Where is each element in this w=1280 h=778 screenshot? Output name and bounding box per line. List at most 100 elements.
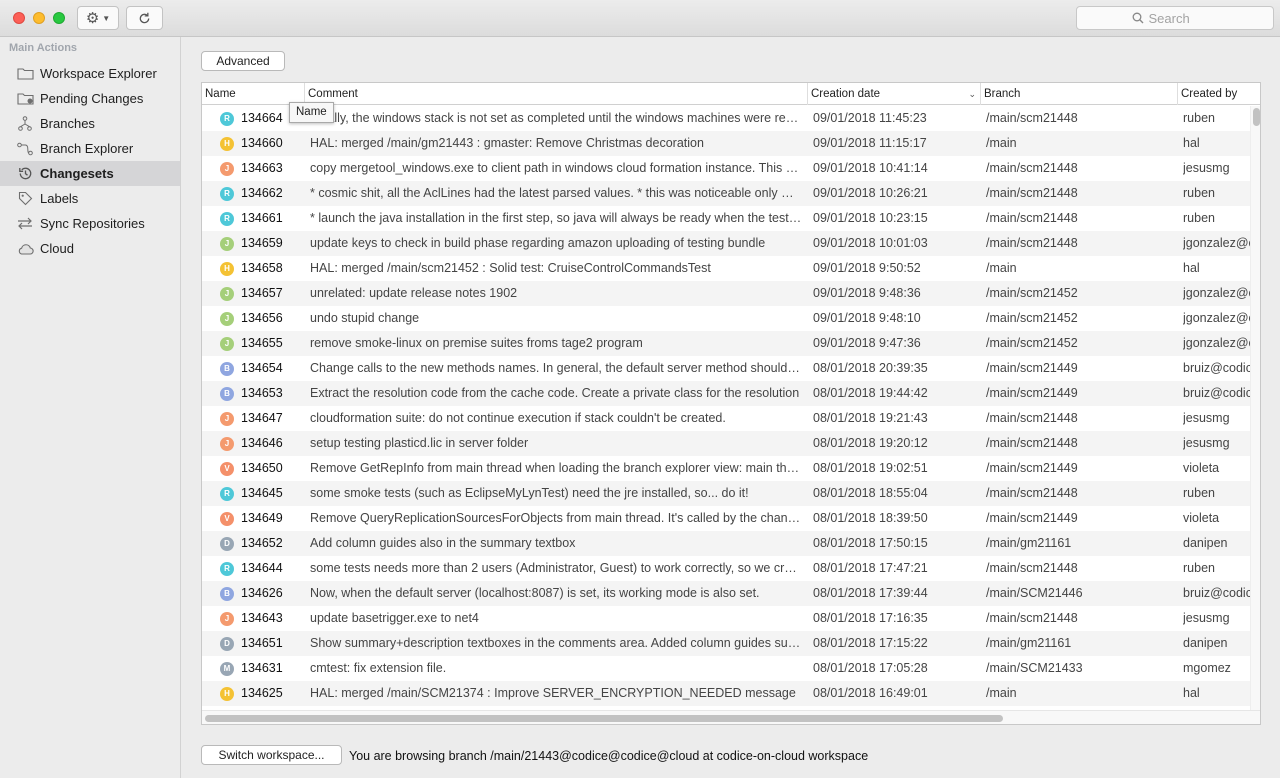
cell-name: J 134657 bbox=[220, 281, 304, 306]
sidebar-item-label: Labels bbox=[40, 191, 79, 206]
table-row[interactable]: J 134647 cloudformation suite: do not cont… bbox=[202, 406, 1250, 431]
minimize-window-button[interactable] bbox=[33, 12, 45, 24]
cell-creation-date: 09/01/2018 10:26:21 bbox=[813, 186, 928, 200]
cell-comment: HAL: merged /main/SCM21374 : Improve SER… bbox=[310, 686, 796, 700]
vertical-scroll-thumb[interactable] bbox=[1253, 108, 1260, 126]
cell-comment: remove smoke-linux on premise suites fro… bbox=[310, 336, 643, 350]
cell-comment: cmtest: fix extension file. bbox=[310, 661, 447, 675]
table-row[interactable]: R 134662 * cosmic shit, all the AclLines h… bbox=[202, 181, 1250, 206]
changeset-id: 134655 bbox=[241, 336, 283, 350]
table-row[interactable]: J 134656 undo stupid change 09/01/2018 9:48… bbox=[202, 306, 1260, 331]
switch-workspace-button[interactable]: Switch workspace... bbox=[201, 745, 342, 765]
vertical-scrollbar[interactable] bbox=[1250, 106, 1260, 710]
avatar: R bbox=[220, 111, 234, 126]
cell-name: J 134643 bbox=[220, 606, 304, 631]
table-row[interactable]: J 134657 unrelated: update release notes 1… bbox=[202, 281, 1260, 306]
folder-icon bbox=[15, 66, 35, 82]
table-row[interactable]: J 134655 remove smoke-linux on premise sui… bbox=[202, 331, 1260, 356]
column-header-created-by[interactable]: Created by bbox=[1178, 83, 1260, 105]
table-row[interactable]: J 134659 update keys to check in build pha… bbox=[202, 231, 1260, 256]
table-row[interactable]: R 134664 Finally, the windows stack is not… bbox=[202, 106, 1250, 131]
column-header-creation-date[interactable]: Creation date ⌄ bbox=[808, 83, 981, 105]
cell-name: B 134654 bbox=[220, 356, 304, 381]
cell-name: J 134647 bbox=[220, 406, 304, 431]
cell-creation-date: 08/01/2018 17:15:22 bbox=[813, 636, 928, 650]
table-row[interactable]: R 134645 some smoke tests (such as Eclipse… bbox=[202, 481, 1250, 506]
table-row[interactable]: H 134625 HAL: merged /main/SCM21374 : Impr… bbox=[202, 681, 1250, 706]
table-row[interactable]: B 134653 Extract the resolution code from … bbox=[202, 381, 1259, 406]
table-row[interactable]: J 134643 update basetrigger.exe to net4 08/… bbox=[202, 606, 1250, 631]
refresh-button[interactable] bbox=[126, 6, 163, 30]
table-row[interactable]: D 134651 Show summary+description textboxe… bbox=[202, 631, 1250, 656]
chevron-down-icon: ▼ bbox=[102, 13, 111, 23]
sidebar-item-branch-explorer[interactable]: Branch Explorer bbox=[0, 136, 180, 161]
sidebar-item-pending-changes[interactable]: Pending Changes bbox=[0, 86, 180, 111]
table-row[interactable]: V 134649 Remove QueryReplicationSourcesFor… bbox=[202, 506, 1250, 531]
table-row[interactable]: V 134650 Remove GetRepInfo from main threa… bbox=[202, 456, 1250, 481]
cell-comment: update basetrigger.exe to net4 bbox=[310, 611, 479, 625]
actions-menu-button[interactable]: ⚙ ▼ bbox=[77, 6, 119, 30]
cell-comment: Change calls to the new methods names. I… bbox=[310, 361, 802, 375]
cell-creation-date: 08/01/2018 19:44:42 bbox=[813, 386, 928, 400]
sidebar-item-label: Cloud bbox=[40, 241, 74, 256]
table-row[interactable]: B 134626 Now, when the default server (loc… bbox=[202, 581, 1259, 606]
tag-icon bbox=[15, 191, 35, 207]
avatar: R bbox=[220, 186, 234, 201]
changeset-id: 134650 bbox=[241, 461, 283, 475]
changeset-id: 134663 bbox=[241, 161, 283, 175]
search-field[interactable] bbox=[1076, 6, 1274, 30]
sidebar-item-sync-repositories[interactable]: Sync Repositories bbox=[0, 211, 180, 236]
cell-name: V 134649 bbox=[220, 506, 304, 531]
zoom-window-button[interactable] bbox=[53, 12, 65, 24]
changesets-table: Name Comment Creation date ⌄ Branch Crea… bbox=[201, 82, 1261, 725]
sidebar-item-changesets[interactable]: Changesets bbox=[0, 161, 180, 186]
cell-branch: /main/gm21161 bbox=[986, 536, 1072, 550]
column-header-branch[interactable]: Branch bbox=[981, 83, 1178, 105]
table-row[interactable]: J 134663 copy mergetool_windows.exe to cli… bbox=[202, 156, 1250, 181]
table-row[interactable]: R 134661 * launch the java installation in… bbox=[202, 206, 1250, 231]
horizontal-scroll-thumb[interactable] bbox=[205, 715, 1003, 722]
sidebar-item-labels[interactable]: Labels bbox=[0, 186, 180, 211]
cell-comment: HAL: merged /main/scm21452 : Solid test:… bbox=[310, 261, 711, 275]
changeset-id: 134657 bbox=[241, 286, 283, 300]
avatar: H bbox=[220, 686, 234, 701]
changeset-id: 134631 bbox=[241, 661, 283, 675]
cell-name: M 134631 bbox=[220, 656, 304, 681]
cell-comment: HAL: merged /main/gm21443 : gmaster: Rem… bbox=[310, 136, 704, 150]
sidebar-item-cloud[interactable]: Cloud bbox=[0, 236, 180, 261]
sidebar-section-header: Main Actions bbox=[9, 42, 78, 54]
search-input[interactable] bbox=[1148, 10, 1219, 26]
sidebar-item-workspace-explorer[interactable]: Workspace Explorer bbox=[0, 61, 180, 86]
cell-name: D 134652 bbox=[220, 531, 304, 556]
cell-name: H 134660 bbox=[220, 131, 304, 156]
cell-branch: /main/scm21452 bbox=[986, 286, 1078, 300]
table-row[interactable]: R 134644 some tests needs more than 2 user… bbox=[202, 556, 1250, 581]
close-window-button[interactable] bbox=[13, 12, 25, 24]
cell-name: H 134625 bbox=[220, 681, 304, 706]
changeset-id: 134661 bbox=[241, 211, 283, 225]
table-row[interactable]: D 134652 Add column guides also in the sum… bbox=[202, 531, 1250, 556]
cell-name: D 134651 bbox=[220, 631, 304, 656]
avatar: R bbox=[220, 486, 234, 501]
cell-creation-date: 08/01/2018 17:05:28 bbox=[813, 661, 928, 675]
avatar: H bbox=[220, 261, 234, 276]
cell-comment: copy mergetool_windows.exe to client pat… bbox=[310, 161, 802, 175]
sidebar-item-branches[interactable]: Branches bbox=[0, 111, 180, 136]
column-header-comment[interactable]: Comment bbox=[305, 83, 808, 105]
sidebar-item-label: Sync Repositories bbox=[40, 216, 145, 231]
table-row[interactable]: J 134646 setup testing plasticd.lic in ser… bbox=[202, 431, 1250, 456]
changeset-id: 134643 bbox=[241, 611, 283, 625]
cell-branch: /main/scm21448 bbox=[986, 411, 1078, 425]
cell-creation-date: 08/01/2018 19:20:12 bbox=[813, 436, 928, 450]
advanced-button[interactable]: Advanced bbox=[201, 51, 285, 71]
table-row[interactable]: B 134654 Change calls to the new methods n… bbox=[202, 356, 1259, 381]
column-tooltip: Name bbox=[289, 102, 334, 123]
horizontal-scrollbar[interactable] bbox=[202, 710, 1260, 724]
cell-creation-date: 08/01/2018 19:21:43 bbox=[813, 411, 928, 425]
avatar: D bbox=[220, 636, 234, 651]
table-row[interactable]: M 134631 cmtest: fix extension file. 08/01/… bbox=[202, 656, 1250, 681]
table-row[interactable]: H 134660 HAL: merged /main/gm21443 : gmast… bbox=[202, 131, 1250, 156]
avatar: J bbox=[220, 411, 234, 426]
changeset-id: 134662 bbox=[241, 186, 283, 200]
table-row[interactable]: H 134658 HAL: merged /main/scm21452 : Soli… bbox=[202, 256, 1250, 281]
